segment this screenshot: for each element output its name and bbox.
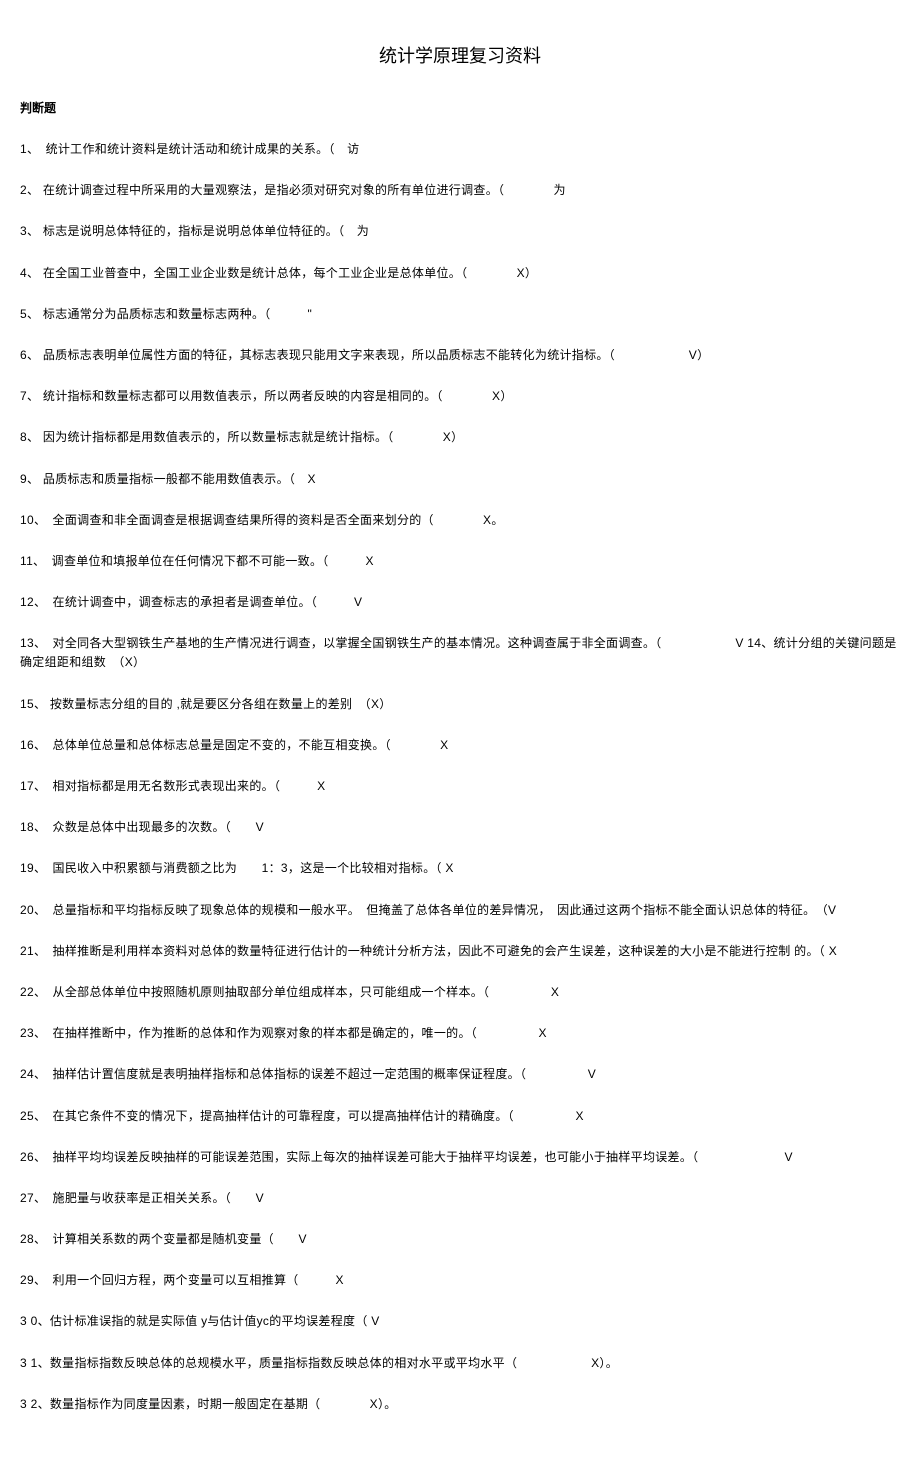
question-item: 5、 标志通常分为品质标志和数量标志两种。（ "	[20, 305, 900, 324]
question-item: 3 2、数量指标作为同度量因素，时期一般固定在基期（ X）。	[20, 1395, 900, 1414]
question-item: 11、 调查单位和填报单位在任何情况下都不可能一致。（ X	[20, 552, 900, 571]
question-item: 25、 在其它条件不变的情况下，提高抽样估计的可靠程度，可以提高抽样估计的精确度…	[20, 1107, 900, 1126]
page-title: 统计学原理复习资料	[20, 42, 900, 71]
question-item: 15、 按数量标志分组的目的 ,就是要区分各组在数量上的差别 （X）	[20, 695, 900, 714]
question-item: 7、 统计指标和数量标志都可以用数值表示，所以两者反映的内容是相同的。（ X）	[20, 387, 900, 406]
question-item: 19、 国民收入中积累额与消费额之比为 1：3，这是一个比较相对指标。（ X	[20, 859, 900, 878]
question-item: 3 1、数量指标指数反映总体的总规模水平，质量指标指数反映总体的相对水平或平均水…	[20, 1354, 900, 1373]
question-item: 26、 抽样平均均误差反映抽样的可能误差范围，实际上每次的抽样误差可能大于抽样平…	[20, 1148, 900, 1167]
question-item: 23、 在抽样推断中，作为推断的总体和作为观察对象的样本都是确定的，唯一的。（ …	[20, 1024, 900, 1043]
question-item: 24、 抽样估计置信度就是表明抽样指标和总体指标的误差不超过一定范围的概率保证程…	[20, 1065, 900, 1084]
question-item: 13、 对全同各大型钢铁生产基地的生产情况进行调查，以掌握全国钢铁生产的基本情况…	[20, 634, 900, 672]
question-item: 16、 总体单位总量和总体标志总量是固定不变的，不能互相变换。（ X	[20, 736, 900, 755]
question-item: 8、 因为统计指标都是用数值表示的，所以数量标志就是统计指标。（ X）	[20, 428, 900, 447]
question-item: 6、 品质标志表明单位属性方面的特征，其标志表现只能用文字来表现，所以品质标志不…	[20, 346, 900, 365]
question-item: 22、 从全部总体单位中按照随机原则抽取部分单位组成样本，只可能组成一个样本。（…	[20, 983, 900, 1002]
section-header: 判断题	[20, 99, 900, 118]
question-item: 27、 施肥量与收获率是正相关关系。（ V	[20, 1189, 900, 1208]
question-item: 2、 在统计调查过程中所采用的大量观察法，是指必须对研究对象的所有单位进行调查。…	[20, 181, 900, 200]
question-item: 1、 统计工作和统计资料是统计活动和统计成果的关系。（ 访	[20, 140, 900, 159]
question-item: 29、 利用一个回归方程，两个变量可以互相推算（ X	[20, 1271, 900, 1290]
question-item: 3、 标志是说明总体特征的，指标是说明总体单位特征的。（ 为	[20, 222, 900, 241]
question-item: 10、 全面调查和非全面调查是根据调查结果所得的资料是否全面来划分的（ X。	[20, 511, 900, 530]
question-item: 17、 相对指标都是用无名数形式表现出来的。（ X	[20, 777, 900, 796]
question-item: 4、 在全国工业普查中，全国工业企业数是统计总体，每个工业企业是总体单位。（ X…	[20, 264, 900, 283]
question-item: 28、 计算相关系数的两个变量都是随机变量（ V	[20, 1230, 900, 1249]
question-item: 12、 在统计调查中，调查标志的承担者是调查单位。（ V	[20, 593, 900, 612]
question-item: 18、 众数是总体中出现最多的次数。（ V	[20, 818, 900, 837]
question-item: 9、 品质标志和质量指标一般都不能用数值表示。（ X	[20, 470, 900, 489]
question-item: 3 0、估计标准误指的就是实际值 y与估计值yc的平均误差程度（ V	[20, 1312, 900, 1331]
question-item: 20、 总量指标和平均指标反映了现象总体的规模和一般水平。 但掩盖了总体各单位的…	[20, 901, 900, 920]
question-item: 21、 抽样推断是利用样本资料对总体的数量特征进行估计的一种统计分析方法，因此不…	[20, 942, 900, 961]
